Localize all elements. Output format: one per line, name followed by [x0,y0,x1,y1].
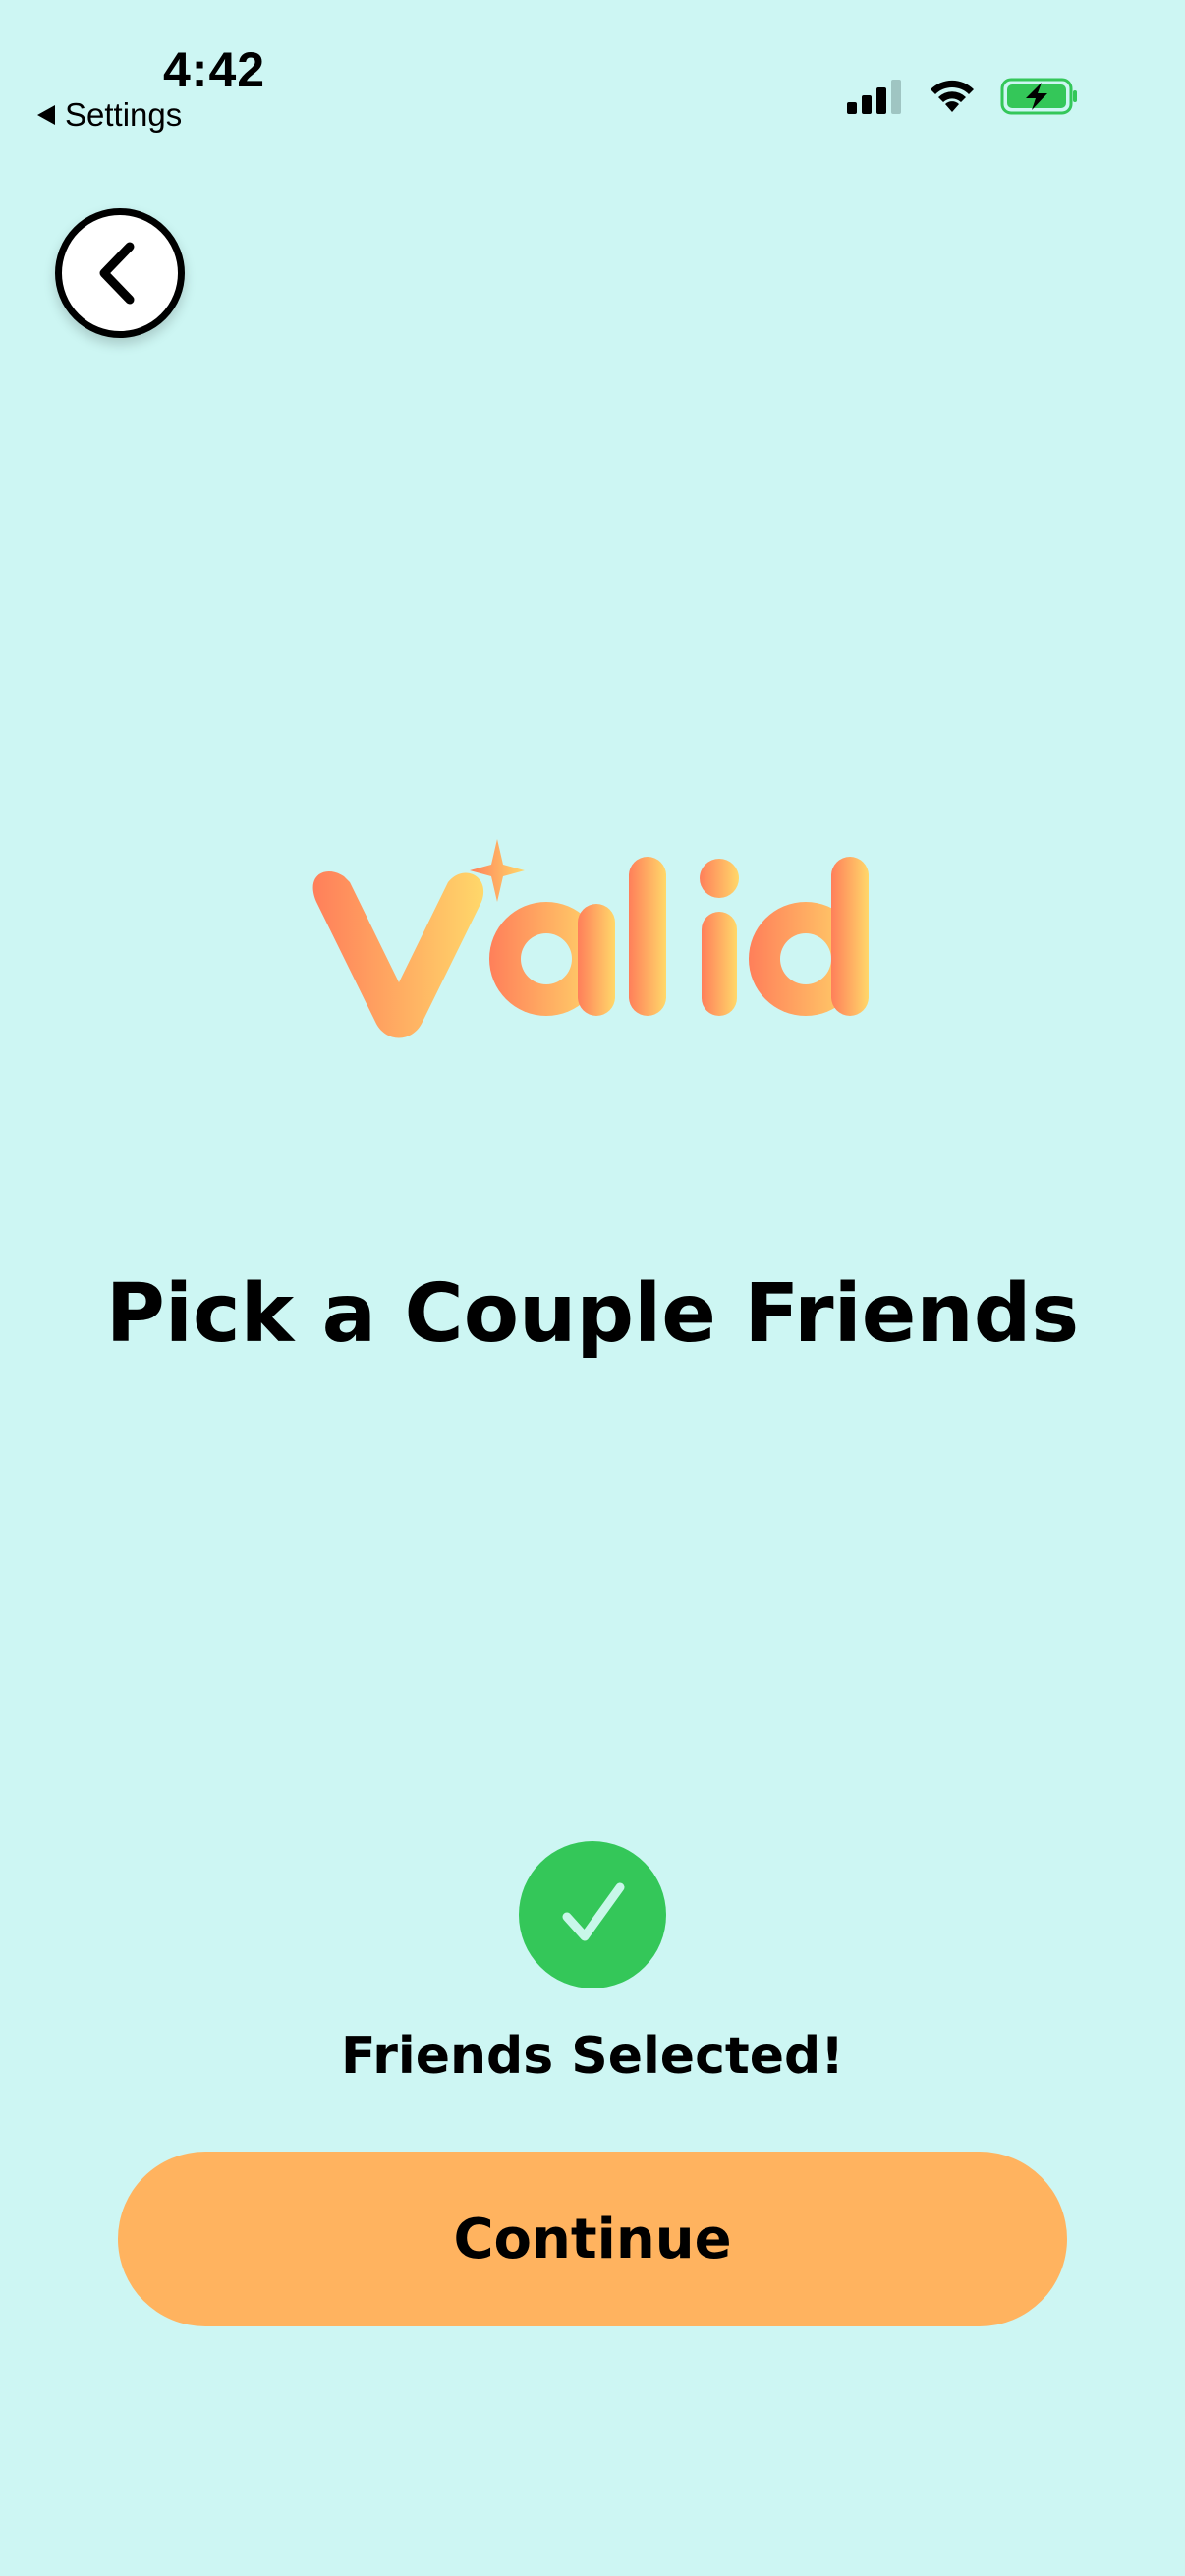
checkmark-icon [562,1882,625,1941]
friends-selected-text: Friends Selected! [341,2027,844,2086]
back-button[interactable] [55,208,185,338]
status-icons [845,77,1079,116]
battery-charging-icon [1000,78,1077,115]
status-time: 4:42 [163,42,266,97]
status-back-to-settings[interactable]: Settings [37,96,182,134]
continue-button[interactable]: Continue [118,2152,1067,2326]
back-triangle-icon [37,105,55,125]
status-back-label: Settings [65,96,183,133]
valid-logo [312,839,869,1038]
wifi-icon [931,80,974,112]
success-badge [519,1841,666,1988]
signal-icon [847,80,901,114]
chevron-left-icon [99,242,135,305]
page-title: Pick a Couple Friends [105,1267,1080,1361]
screen: 4:42 Settings Pick a Couple Friends Frie… [0,0,1185,2576]
